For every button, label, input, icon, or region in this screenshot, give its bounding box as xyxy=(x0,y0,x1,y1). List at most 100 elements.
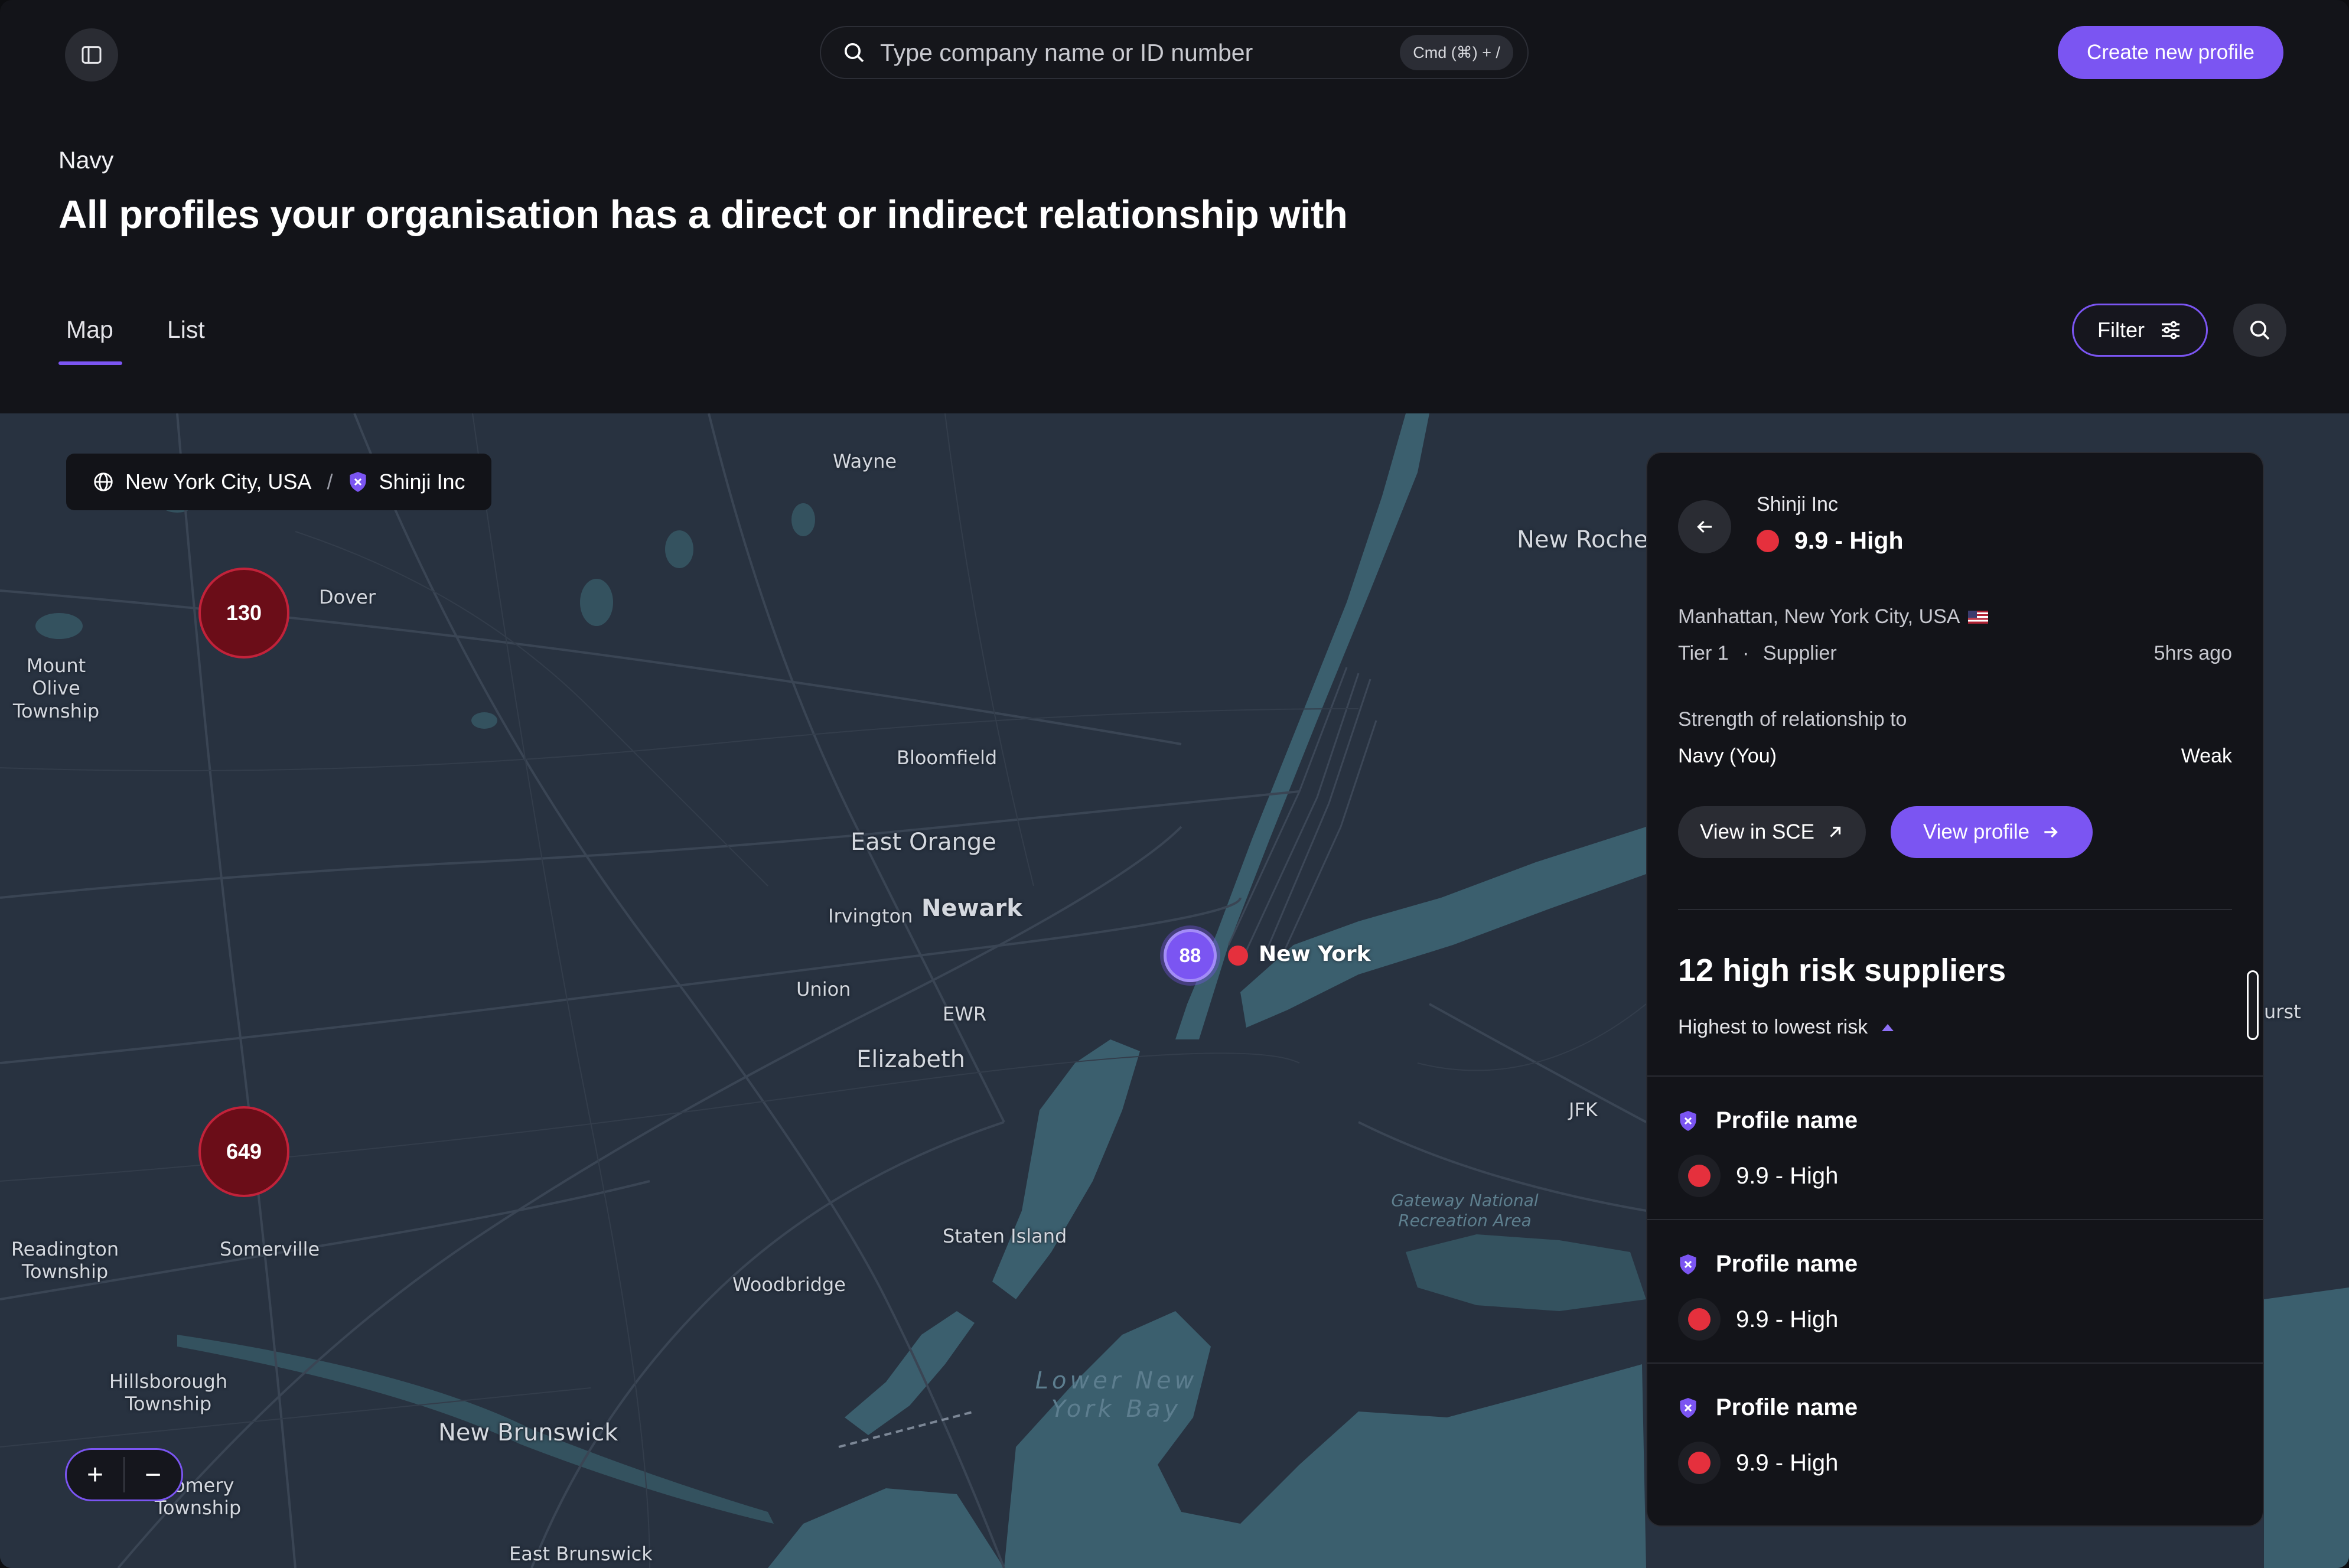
breadcrumb-location[interactable]: New York City, USA xyxy=(125,470,311,494)
supplier-name-text: Profile name xyxy=(1716,1107,1858,1133)
view-profile-label: View profile xyxy=(1923,820,2030,843)
supplier-score: 9.9 - High xyxy=(1678,1155,1838,1197)
map-cluster-649[interactable]: 649 xyxy=(198,1106,289,1197)
sliders-icon xyxy=(2162,321,2179,340)
tab-list[interactable]: List xyxy=(167,316,205,344)
map-cluster-selected[interactable]: 88 xyxy=(1164,929,1217,982)
map-label-staten-island: Staten Island xyxy=(943,1225,1067,1247)
supplier-name-text: Profile name xyxy=(1716,1251,1858,1277)
arrow-right-icon xyxy=(2044,826,2058,838)
arrow-left-icon xyxy=(1697,520,1712,533)
map-label-new-brunswick: New Brunswick xyxy=(438,1419,618,1446)
supplier-row[interactable]: Profile name 9.9 - High xyxy=(1647,1219,2263,1362)
risk-dot xyxy=(1678,1298,1721,1341)
supplier-name: Profile name xyxy=(1678,1251,1858,1277)
map-label-dover: Dover xyxy=(319,586,376,608)
panel-tier: Tier 1 · Supplier xyxy=(1678,642,1837,665)
risk-dot xyxy=(1678,1442,1721,1484)
tab-map[interactable]: Map xyxy=(66,316,113,344)
panel-divider xyxy=(1678,909,2232,910)
filter-button[interactable]: Filter xyxy=(2072,304,2208,357)
zoom-in-button[interactable]: + xyxy=(67,1450,123,1499)
supplier-score: 9.9 - High xyxy=(1678,1442,1838,1484)
sidebar-toggle-button[interactable] xyxy=(65,28,118,82)
supplier-name: Profile name xyxy=(1678,1107,1858,1134)
active-tab-indicator xyxy=(58,361,122,365)
zoom-out-button[interactable]: − xyxy=(125,1450,181,1499)
selected-pin-label: New York xyxy=(1259,942,1371,966)
view-in-sce-button[interactable]: View in SCE xyxy=(1678,806,1866,858)
us-flag-icon xyxy=(1968,610,1989,624)
external-link-icon xyxy=(1830,826,1841,837)
map-label-elizabeth: Elizabeth xyxy=(856,1046,966,1073)
panel-updated: 5hrs ago xyxy=(2153,642,2232,664)
map-label-hurst: urst xyxy=(2264,1000,2301,1023)
shortcut-hint: Cmd (⌘) + / xyxy=(1400,35,1513,70)
map-label-woodbridge: Woodbridge xyxy=(732,1273,846,1296)
shield-icon xyxy=(1680,1110,1696,1131)
global-search[interactable]: Cmd (⌘) + / xyxy=(820,26,1529,79)
map-label-east-orange: East Orange xyxy=(851,829,996,856)
map-label-gateway: Gateway National Recreation Area xyxy=(1391,1191,1539,1230)
create-profile-button[interactable]: Create new profile xyxy=(2058,26,2283,79)
shield-icon xyxy=(1680,1397,1696,1418)
sort-label: Highest to lowest risk xyxy=(1678,1016,1868,1038)
back-button[interactable] xyxy=(1678,500,1731,553)
supplier-score-text: 9.9 - High xyxy=(1736,1449,1839,1476)
view-in-sce-label: View in SCE xyxy=(1700,820,1814,843)
risk-pin[interactable] xyxy=(1228,946,1248,966)
zoom-control: + − xyxy=(65,1448,183,1501)
panel-strength-label: Strength of relationship to xyxy=(1678,708,1907,731)
map-search-button[interactable] xyxy=(2233,304,2286,357)
search-icon xyxy=(845,43,864,63)
filter-label: Filter xyxy=(2097,318,2145,342)
panel-scrollbar[interactable] xyxy=(2247,970,2259,1040)
breadcrumb-company[interactable]: Shinji Inc xyxy=(379,470,465,494)
caret-up-icon xyxy=(1882,1023,1894,1031)
page-title: All profiles your organisation has a dir… xyxy=(58,193,1348,237)
map-label-readington: Readington Township xyxy=(11,1238,119,1283)
search-input[interactable] xyxy=(880,38,1400,67)
risk-dot xyxy=(1757,529,1779,552)
supplier-row[interactable]: Profile name 9.9 - High xyxy=(1647,1362,2263,1505)
panel-score-text: 9.9 - High xyxy=(1794,527,1904,554)
panel-risk-score: 9.9 - High xyxy=(1757,527,1904,555)
supplier-score-text: 9.9 - High xyxy=(1736,1162,1839,1189)
shield-icon xyxy=(1680,1254,1696,1274)
map-label-hillsborough: Hillsborough Township xyxy=(109,1370,228,1416)
supplier-score: 9.9 - High xyxy=(1678,1298,1838,1341)
panel-tier-text: Tier 1 xyxy=(1678,642,1729,664)
supplier-score-text: 9.9 - High xyxy=(1736,1306,1839,1332)
map-label-bloomfield: Bloomfield xyxy=(897,746,998,769)
view-profile-button[interactable]: View profile xyxy=(1891,806,2093,858)
sort-toggle[interactable]: Highest to lowest risk xyxy=(1678,1016,1894,1039)
map-label-lower-bay: Lower New York Bay xyxy=(1035,1367,1198,1423)
map-label-mount-olive: Mount Olive Township xyxy=(12,654,100,722)
breadcrumb-separator: / xyxy=(327,470,333,494)
risk-dot xyxy=(1678,1155,1721,1197)
app-frame: Cmd (⌘) + / Create new profile Navy All … xyxy=(0,0,2349,1568)
panel-tier-sep: · xyxy=(1742,642,1749,664)
search-icon xyxy=(2250,321,2270,340)
panel-strength-value: Weak xyxy=(2181,745,2232,767)
map-label-newark: Newark xyxy=(921,895,1022,922)
map-label-ewr: EWR xyxy=(943,1003,987,1025)
map-label-new-rochelle: New Rochell xyxy=(1517,526,1661,553)
map-breadcrumb: New York City, USA / Shinji Inc xyxy=(66,454,491,510)
panel-location: Manhattan, New York City, USA xyxy=(1678,605,1989,628)
org-name: Navy xyxy=(58,146,114,174)
supplier-row[interactable]: Profile name 9.9 - High xyxy=(1647,1075,2263,1218)
panel-relation-org: Navy (You) xyxy=(1678,745,1777,767)
shield-icon xyxy=(350,472,367,492)
map-label-irvington: Irvington xyxy=(828,905,913,927)
map-label-somerville: Somerville xyxy=(220,1238,320,1260)
high-risk-title: 12 high risk suppliers xyxy=(1678,953,2006,988)
globe-icon xyxy=(94,472,113,491)
sidebar-icon xyxy=(82,46,102,64)
supplier-name-text: Profile name xyxy=(1716,1394,1858,1420)
panel-company-name: Shinji Inc xyxy=(1757,493,1838,516)
map-cluster-130[interactable]: 130 xyxy=(198,568,289,659)
map-label-jfk: JFK xyxy=(1569,1098,1598,1121)
profile-panel: Shinji Inc 9.9 - High Manhattan, New Yor… xyxy=(1646,452,2264,1527)
panel-location-text: Manhattan, New York City, USA xyxy=(1678,605,1960,628)
